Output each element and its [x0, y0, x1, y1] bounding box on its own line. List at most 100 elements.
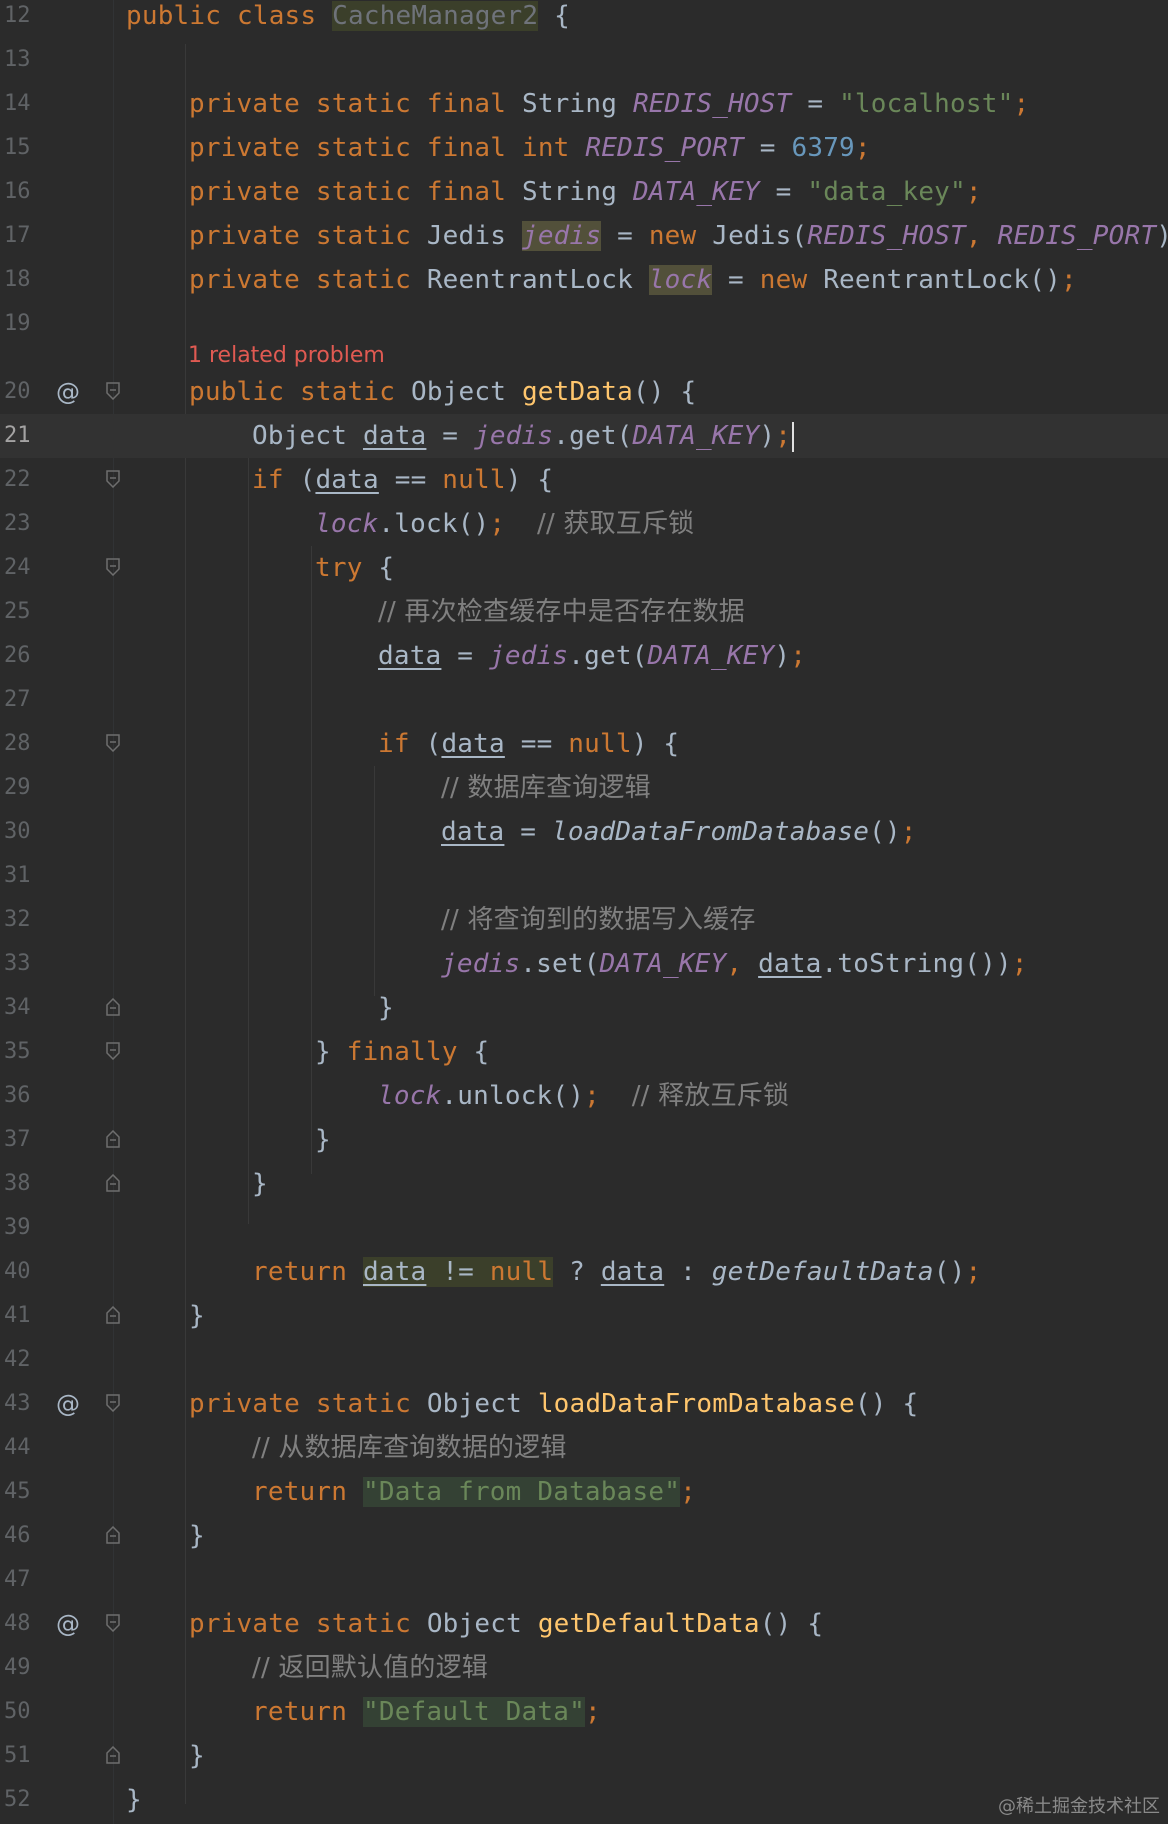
- fold-close-icon[interactable]: [106, 1174, 120, 1192]
- fold-open-icon[interactable]: [106, 1042, 120, 1060]
- code-line-44[interactable]: 44 // 从数据库查询数据的逻辑: [0, 1426, 1168, 1470]
- code-line-20[interactable]: 20 @ public static Object getData() {: [0, 370, 1168, 414]
- keyword: null: [568, 729, 632, 759]
- type: ReentrantLock: [426, 265, 633, 295]
- code-line-50[interactable]: 50 return "Default Data";: [0, 1690, 1168, 1734]
- code-line-42[interactable]: 42: [0, 1338, 1168, 1382]
- comment: // 从数据库查询数据的逻辑: [252, 1433, 567, 1463]
- line-number: 33: [4, 951, 31, 976]
- code-line-21[interactable]: 21 Object data = jedis.get(DATA_KEY);: [0, 414, 1168, 458]
- line-number: 24: [4, 555, 31, 580]
- static-field: DATA_KEY: [632, 421, 760, 451]
- code-line-22[interactable]: 22 if (data == null) {: [0, 458, 1168, 502]
- keyword: finally: [346, 1037, 458, 1067]
- code-line-18[interactable]: 18 private static ReentrantLock lock = n…: [0, 258, 1168, 302]
- fold-close-icon[interactable]: [106, 1130, 120, 1148]
- fold-open-icon[interactable]: [106, 382, 120, 400]
- code-line-16[interactable]: 16 private static final String DATA_KEY …: [0, 170, 1168, 214]
- implements-icon[interactable]: @: [56, 1602, 80, 1646]
- code-line-26[interactable]: 26 data = jedis.get(DATA_KEY);: [0, 634, 1168, 678]
- code-editor[interactable]: 12 public class CacheManager2 { 13 14 pr…: [0, 0, 1168, 1824]
- fold-open-icon[interactable]: [106, 734, 120, 752]
- comment: // 将查询到的数据写入缓存: [441, 905, 756, 935]
- keyword: new: [648, 221, 697, 251]
- code-line-36[interactable]: 36 lock.unlock(); // 释放互斥锁: [0, 1074, 1168, 1118]
- code-line-17[interactable]: 17 private static Jedis jedis = new Jedi…: [0, 214, 1168, 258]
- keyword: new: [759, 265, 808, 295]
- code-line-32[interactable]: 32 // 将查询到的数据写入缓存: [0, 898, 1168, 942]
- code-line-38[interactable]: 38 }: [0, 1162, 1168, 1206]
- code-line-35[interactable]: 35 } finally {: [0, 1030, 1168, 1074]
- implements-icon[interactable]: @: [56, 1382, 80, 1426]
- keyword: static: [299, 377, 396, 407]
- code-line-40[interactable]: 40 return data != null ? data : getDefau…: [0, 1250, 1168, 1294]
- static-field: jedis: [473, 421, 554, 451]
- implements-icon[interactable]: @: [56, 370, 80, 414]
- keyword: return: [252, 1257, 348, 1287]
- line-number: 16: [4, 179, 31, 204]
- code-line-31[interactable]: 31: [0, 854, 1168, 898]
- code-line-19[interactable]: 19: [0, 302, 1168, 346]
- code-line-13[interactable]: 13: [0, 38, 1168, 82]
- code-line-24[interactable]: 24 try {: [0, 546, 1168, 590]
- code-line-41[interactable]: 41 }: [0, 1294, 1168, 1338]
- code-line-25[interactable]: 25 // 再次检查缓存中是否存在数据: [0, 590, 1168, 634]
- static-field: lock: [315, 509, 379, 539]
- code-line-15[interactable]: 15 private static final int REDIS_PORT =…: [0, 126, 1168, 170]
- fold-open-icon[interactable]: [106, 558, 120, 576]
- type: Object: [426, 1609, 522, 1639]
- static-field: REDIS_PORT: [585, 133, 744, 163]
- line-number: 46: [4, 1523, 31, 1548]
- code-line-52[interactable]: 52 }: [0, 1778, 1168, 1822]
- code-line-46[interactable]: 46 }: [0, 1514, 1168, 1558]
- string-literal: "Data from Database": [362, 1477, 681, 1507]
- fold-open-icon[interactable]: [106, 1394, 120, 1412]
- fold-close-icon[interactable]: [106, 1746, 120, 1764]
- line-number: 47: [4, 1567, 31, 1592]
- type: Jedis: [426, 221, 507, 251]
- line-number: 43: [4, 1391, 31, 1416]
- code-line-39[interactable]: 39: [0, 1206, 1168, 1250]
- code-line-14[interactable]: 14 private static final String REDIS_HOS…: [0, 82, 1168, 126]
- static-method-call: loadDataFromDatabase: [551, 817, 870, 847]
- fold-close-icon[interactable]: [106, 1306, 120, 1324]
- keyword: if: [252, 465, 284, 495]
- keyword: static: [315, 265, 411, 295]
- keyword: private: [189, 89, 300, 119]
- code-line-29[interactable]: 29 // 数据库查询逻辑: [0, 766, 1168, 810]
- keyword: private: [189, 221, 300, 251]
- code-line-37[interactable]: 37 }: [0, 1118, 1168, 1162]
- line-number: 36: [4, 1083, 31, 1108]
- code-line-49[interactable]: 49 // 返回默认值的逻辑: [0, 1646, 1168, 1690]
- line-number: 22: [4, 467, 31, 492]
- fold-close-icon[interactable]: [106, 1526, 120, 1544]
- keyword: return: [252, 1697, 348, 1727]
- method-call: lock: [394, 509, 458, 539]
- method-declaration: loadDataFromDatabase: [537, 1389, 855, 1419]
- code-line-47[interactable]: 47: [0, 1558, 1168, 1602]
- code-line-27[interactable]: 27: [0, 678, 1168, 722]
- code-line-12[interactable]: 12 public class CacheManager2 {: [0, 0, 1168, 38]
- fold-open-icon[interactable]: [106, 470, 120, 488]
- code-line-23[interactable]: 23 lock.lock(); // 获取互斥锁: [0, 502, 1168, 546]
- keyword: int: [521, 133, 570, 163]
- keyword: private: [189, 1389, 300, 1419]
- type: Object: [410, 377, 507, 407]
- method-call: get: [569, 421, 617, 451]
- code-line-45[interactable]: 45 return "Data from Database";: [0, 1470, 1168, 1514]
- fold-open-icon[interactable]: [106, 1614, 120, 1632]
- related-problem-hint[interactable]: 1 related problem: [188, 338, 385, 374]
- code-line-48[interactable]: 48 @ private static Object getDefaultDat…: [0, 1602, 1168, 1646]
- code-line-51[interactable]: 51 }: [0, 1734, 1168, 1778]
- line-number: 44: [4, 1435, 31, 1460]
- code-line-28[interactable]: 28 if (data == null) {: [0, 722, 1168, 766]
- type: ReentrantLock: [823, 265, 1030, 295]
- code-line-34[interactable]: 34 }: [0, 986, 1168, 1030]
- code-line-43[interactable]: 43 @ private static Object loadDataFromD…: [0, 1382, 1168, 1426]
- line-number: 38: [4, 1171, 31, 1196]
- code-line-30[interactable]: 30 data = loadDataFromDatabase();: [0, 810, 1168, 854]
- fold-close-icon[interactable]: [106, 998, 120, 1016]
- keyword: static: [315, 89, 411, 119]
- code-line-33[interactable]: 33 jedis.set(DATA_KEY, data.toString());: [0, 942, 1168, 986]
- static-field: REDIS_HOST: [632, 89, 792, 119]
